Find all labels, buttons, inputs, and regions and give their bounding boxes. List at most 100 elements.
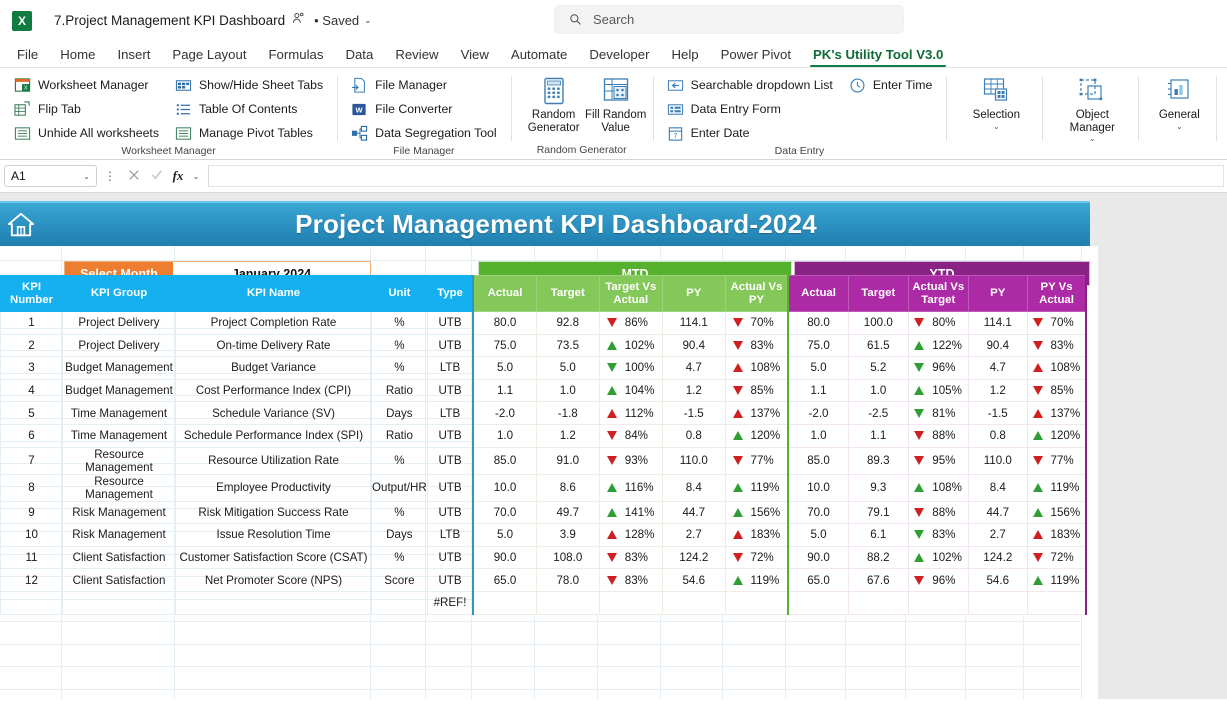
grid-cell[interactable]	[535, 667, 598, 691]
chevron-down-icon[interactable]: ⌄	[993, 122, 1000, 131]
cell-mtd-py[interactable]: 2.7	[661, 523, 726, 547]
cell-kpi-group[interactable]: Project Delivery	[62, 333, 176, 358]
table-row[interactable]: 4 Budget Management Cost Performance Index…	[0, 378, 1088, 403]
cell-unit[interactable]: Score	[371, 568, 428, 592]
cell-ytd-target[interactable]: 5.2	[847, 356, 909, 380]
cell-ytd-target[interactable]: -2.5	[847, 401, 909, 425]
cell-ytd-actual[interactable]: 1.1	[787, 378, 849, 403]
cell-ytd-target[interactable]: 89.3	[847, 446, 909, 475]
grid-cell[interactable]	[723, 690, 786, 699]
cell-ytd-actual[interactable]: -2.0	[787, 401, 849, 425]
general-button[interactable]: General ⌄	[1148, 73, 1210, 156]
table-row[interactable]: 2 Project Delivery On-time Delivery Rate% U…	[0, 333, 1088, 358]
cell-mtd-target-vs-actual[interactable]	[598, 590, 663, 615]
tab-developer[interactable]: Developer	[578, 45, 660, 67]
grid-cell[interactable]	[661, 690, 723, 699]
cell-kpi-name[interactable]: On-time Delivery Rate	[175, 333, 372, 358]
grid-cell[interactable]	[846, 622, 906, 645]
cell-type[interactable]: UTB	[426, 311, 475, 335]
cell-mtd-actual[interactable]: 75.0	[472, 333, 537, 358]
cell-mtd-py[interactable]: 110.0	[661, 446, 726, 475]
cell-ytd-actual[interactable]: 1.0	[787, 423, 849, 448]
cell-mtd-target[interactable]: 92.8	[535, 311, 600, 335]
cancel-icon[interactable]	[123, 169, 145, 184]
insert-function-icon[interactable]: fx	[167, 168, 189, 184]
cell-kpi-group[interactable]: Resource Management	[62, 446, 176, 475]
flip-tab-button[interactable]: Flip Tab	[6, 97, 167, 121]
grid-cell[interactable]	[1024, 644, 1082, 668]
tab-help[interactable]: Help	[661, 45, 710, 67]
grid-cell[interactable]	[786, 690, 846, 699]
cell-type[interactable]: LTB	[426, 523, 475, 547]
cell-ytd-target[interactable]: 61.5	[847, 333, 909, 358]
grid-cell[interactable]	[966, 690, 1024, 699]
file-converter-button[interactable]: W File Converter	[343, 97, 504, 121]
fill-random-value-button[interactable]: Fill Random Value	[585, 73, 647, 144]
table-row[interactable]: 11 Client Satisfaction Customer Satisfacti…	[0, 545, 1088, 570]
grid-cell[interactable]	[723, 622, 786, 645]
grid-cell[interactable]	[472, 622, 535, 645]
cell-mtd-py[interactable]: 0.8	[661, 423, 726, 448]
grid-cell[interactable]	[175, 690, 371, 699]
cell-ytd-target[interactable]: 100.0	[847, 311, 909, 335]
cell-ytd-target[interactable]: 1.0	[847, 378, 909, 403]
cell-mtd-actual[interactable]: 70.0	[472, 500, 537, 525]
cell-kpi-number[interactable]: 12	[0, 568, 63, 592]
unhide-all-worksheets-button[interactable]: Unhide All worksheets	[6, 121, 167, 145]
cell-unit[interactable]: %	[371, 446, 428, 475]
cell-unit[interactable]: Output/HR	[371, 473, 428, 502]
cell-type[interactable]: UTB	[426, 473, 475, 502]
cell-type[interactable]: UTB	[426, 378, 475, 403]
grid-cell[interactable]	[786, 622, 846, 645]
grid-cell[interactable]	[62, 690, 175, 699]
cell-type[interactable]: UTB	[426, 568, 475, 592]
cell-kpi-number[interactable]: 8	[0, 473, 63, 502]
cell-ytd-py[interactable]: 114.1	[967, 311, 1028, 335]
cell-mtd-actual[interactable]: 65.0	[472, 568, 537, 592]
table-row[interactable]: 1 Project Delivery Project Completion Rate…	[0, 311, 1088, 335]
cell-kpi-group[interactable]: Client Satisfaction	[62, 545, 176, 570]
search-input[interactable]: Search	[554, 5, 904, 34]
cell-kpi-number[interactable]: 7	[0, 446, 63, 475]
chevron-down-icon[interactable]: ⌄	[1176, 122, 1183, 131]
table-row-error[interactable]: #REF!	[0, 590, 1088, 615]
enter-date-button[interactable]: 7 Enter Date	[659, 121, 841, 145]
cell-ytd-actual[interactable]	[787, 590, 849, 615]
grid-cell[interactable]	[966, 622, 1024, 645]
cell-kpi-name[interactable]: Cost Performance Index (CPI)	[175, 378, 372, 403]
cell-ytd-py-vs-actual[interactable]	[1026, 590, 1088, 615]
cell-mtd-py[interactable]: 4.7	[661, 356, 726, 380]
cell-ytd-py[interactable]: 4.7	[967, 356, 1028, 380]
grid-cell[interactable]	[175, 644, 371, 668]
searchable-dropdown-list-button[interactable]: Searchable dropdown List	[659, 73, 841, 97]
cell-mtd-target[interactable]: 1.2	[535, 423, 600, 448]
grid-cell[interactable]	[906, 667, 966, 691]
cell-ytd-py[interactable]: 1.2	[967, 378, 1028, 403]
chevron-down-icon[interactable]: ⌄	[83, 172, 90, 181]
grid-cell[interactable]	[62, 644, 175, 668]
cell-kpi-name[interactable]: Budget Variance	[175, 356, 372, 380]
cell-mtd-py[interactable]: 1.2	[661, 378, 726, 403]
grid-cell[interactable]	[966, 667, 1024, 691]
cell-mtd-target[interactable]: 108.0	[535, 545, 600, 570]
cell-kpi-name[interactable]: Schedule Variance (SV)	[175, 401, 372, 425]
cell-mtd-actual[interactable]: 1.0	[472, 423, 537, 448]
grid-cell[interactable]	[535, 622, 598, 645]
cell-mtd-actual[interactable]: 1.1	[472, 378, 537, 403]
tab-power-pivot[interactable]: Power Pivot	[710, 45, 802, 67]
grid-cell[interactable]	[1024, 667, 1082, 691]
grid-cell[interactable]	[846, 644, 906, 668]
cell-kpi-number[interactable]: 6	[0, 423, 63, 448]
grid-cell[interactable]	[786, 644, 846, 668]
grid-cell[interactable]	[62, 622, 175, 645]
cell-ytd-actual[interactable]: 85.0	[787, 446, 849, 475]
cell-kpi-name[interactable]: Customer Satisfaction Score (CSAT)	[175, 545, 372, 570]
cell-kpi-group[interactable]: Time Management	[62, 423, 176, 448]
cell-kpi-number[interactable]: 4	[0, 378, 63, 403]
grid-cell[interactable]	[0, 622, 62, 645]
grid-cell[interactable]	[371, 622, 426, 645]
cell-kpi-number[interactable]: 9	[0, 500, 63, 525]
cell-ytd-target[interactable]: 1.1	[847, 423, 909, 448]
cell-ytd-target[interactable]: 79.1	[847, 500, 909, 525]
grid-cell[interactable]	[472, 667, 535, 691]
